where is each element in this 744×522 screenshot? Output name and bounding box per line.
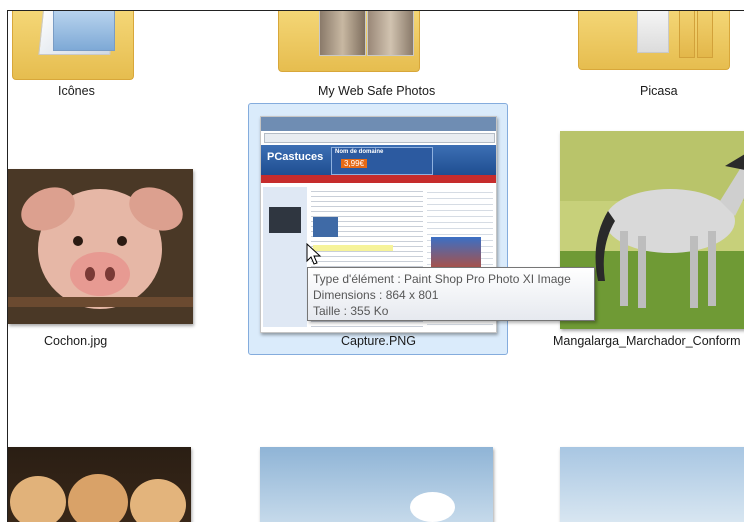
tooltip-type: Type d'élément : Paint Shop Pro Photo XI… <box>313 272 571 286</box>
folder-icon <box>278 11 420 72</box>
file-label: Capture.PNG <box>341 334 417 348</box>
folder-picasa[interactable]: Picasa <box>568 11 744 101</box>
file-label: Mangalarga_Marchador_Conform <box>553 334 741 348</box>
folder-icones[interactable]: Icônes <box>8 11 158 101</box>
site-logo: PCastuces <box>267 151 324 163</box>
file-view: Icônes My Web Safe Photos Picasa Cochon.… <box>7 10 744 522</box>
folder-label: Icônes <box>58 84 95 98</box>
puppies-thumbnail[interactable] <box>8 447 191 522</box>
file-cochon[interactable]: Cochon.jpg <box>8 161 208 351</box>
folder-label: Picasa <box>640 84 678 98</box>
banner-price: 3,99€ <box>341 159 368 168</box>
sky-thumbnail[interactable] <box>260 447 493 522</box>
folder-icon <box>12 11 134 80</box>
pig-thumbnail <box>8 169 193 324</box>
tooltip-dimensions: Dimensions : 864 x 801 <box>313 288 439 302</box>
file-info-tooltip: Type d'élément : Paint Shop Pro Photo XI… <box>307 267 595 321</box>
folder-my-web-safe-photos[interactable]: My Web Safe Photos <box>258 11 498 101</box>
folder-icon <box>578 11 730 70</box>
mouse-cursor-icon <box>306 243 322 265</box>
landscape-thumbnail[interactable] <box>560 447 744 522</box>
file-label: Cochon.jpg <box>44 334 108 348</box>
banner-text: Nom de domaine <box>335 149 384 155</box>
tooltip-size: Taille : 355 Ko <box>313 304 389 318</box>
folder-label: My Web Safe Photos <box>318 84 436 98</box>
